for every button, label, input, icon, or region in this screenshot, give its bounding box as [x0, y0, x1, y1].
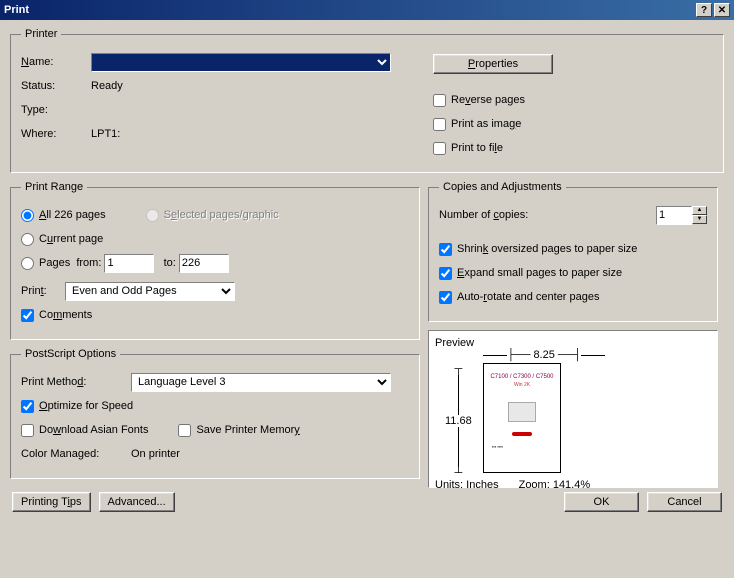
- optimize-label: Optimize for Speed: [39, 400, 133, 412]
- shrink-label: Shrink oversized pages to paper size: [457, 243, 637, 255]
- preview-units: Units: Inches: [435, 479, 499, 491]
- print-as-image-label: Print as image: [451, 118, 521, 130]
- print-as-image-checkbox[interactable]: [433, 118, 446, 131]
- postscript-legend: PostScript Options: [21, 348, 120, 360]
- shrink-checkbox[interactable]: [439, 243, 452, 256]
- window-title: Print: [4, 4, 694, 16]
- printer-name-select[interactable]: [91, 53, 391, 72]
- download-fonts-checkbox[interactable]: [21, 424, 34, 437]
- to-label: to:: [164, 257, 176, 269]
- dialog-body: Printer Name: Status: Ready Type:: [0, 20, 734, 524]
- preview-width: 8.25: [533, 349, 554, 361]
- current-page-radio[interactable]: [21, 233, 34, 246]
- titlebar: Print ? ✕: [0, 0, 734, 20]
- copies-input[interactable]: [656, 206, 692, 225]
- optimize-checkbox[interactable]: [21, 400, 34, 413]
- ok-button[interactable]: OK: [564, 492, 639, 512]
- copies-group: Copies and Adjustments Number of copies:…: [428, 181, 718, 322]
- close-button[interactable]: ✕: [714, 3, 730, 17]
- all-pages-radio[interactable]: [21, 209, 34, 222]
- copies-up-button[interactable]: ▲: [692, 206, 707, 215]
- name-label: Name:: [21, 56, 91, 68]
- color-managed-label: Color Managed:: [21, 448, 131, 460]
- preview-label: Preview: [435, 337, 474, 349]
- download-fonts-label: Download Asian Fonts: [39, 424, 148, 436]
- copies-number-label: Number of copies:: [439, 209, 569, 221]
- where-label: Where:: [21, 128, 91, 140]
- save-memory-label: Save Printer Memory: [196, 424, 299, 436]
- pages-label: Pages: [39, 257, 76, 269]
- autorotate-label: Auto-rotate and center pages: [457, 291, 600, 303]
- print-to-file-label: Print to file: [451, 142, 503, 154]
- printer-legend: Printer: [21, 28, 61, 40]
- expand-label: Expand small pages to paper size: [457, 267, 622, 279]
- properties-button[interactable]: Properties: [433, 54, 553, 74]
- where-value: LPT1:: [91, 128, 120, 140]
- copies-legend: Copies and Adjustments: [439, 181, 566, 193]
- print-method-label: Print Method:: [21, 376, 131, 388]
- reverse-pages-checkbox[interactable]: [433, 94, 446, 107]
- reverse-pages-label: Reverse pages: [451, 94, 525, 106]
- print-to-file-checkbox[interactable]: [433, 142, 446, 155]
- printing-tips-button[interactable]: Printing Tips: [12, 492, 91, 512]
- all-pages-label: All 226 pages: [39, 209, 106, 221]
- cancel-button[interactable]: Cancel: [647, 492, 722, 512]
- advanced-button[interactable]: Advanced...: [99, 492, 175, 512]
- help-button[interactable]: ?: [696, 3, 712, 17]
- expand-checkbox[interactable]: [439, 267, 452, 280]
- selected-pages-radio: [146, 209, 159, 222]
- current-page-label: Current page: [39, 233, 103, 245]
- preview-height: 11.68: [445, 415, 472, 427]
- print-subset-label: Print:: [21, 285, 65, 297]
- pages-radio[interactable]: [21, 257, 34, 270]
- postscript-group: PostScript Options Print Method: Languag…: [10, 348, 420, 479]
- comments-checkbox[interactable]: [21, 309, 34, 322]
- type-label: Type:: [21, 104, 91, 116]
- status-value: Ready: [91, 80, 123, 92]
- color-managed-value: On printer: [131, 448, 180, 460]
- autorotate-checkbox[interactable]: [439, 291, 452, 304]
- print-subset-select[interactable]: Even and Odd Pages: [65, 282, 235, 301]
- preview-page-thumbnail: C7100 / C7300 / C7500 Win 2K ▪▪▪ ▪▪▪▪: [483, 363, 561, 473]
- to-input[interactable]: [179, 254, 229, 273]
- preview-zoom: Zoom: 141.4%: [519, 479, 591, 491]
- selected-pages-label: Selected pages/graphic: [164, 209, 279, 221]
- comments-label: Comments: [39, 309, 92, 321]
- preview-box: Preview ├── 8.25 ──┤ ┬ 11.68 ┴ C710: [428, 330, 718, 488]
- printer-group: Printer Name: Status: Ready Type:: [10, 28, 724, 173]
- from-input[interactable]: [104, 254, 154, 273]
- copies-down-button[interactable]: ▼: [692, 215, 707, 224]
- status-label: Status:: [21, 80, 91, 92]
- save-memory-checkbox[interactable]: [178, 424, 191, 437]
- from-label: from:: [76, 257, 101, 269]
- print-range-legend: Print Range: [21, 181, 87, 193]
- print-range-group: Print Range All 226 pages Selected pages…: [10, 181, 420, 340]
- print-method-select[interactable]: Language Level 3: [131, 373, 391, 392]
